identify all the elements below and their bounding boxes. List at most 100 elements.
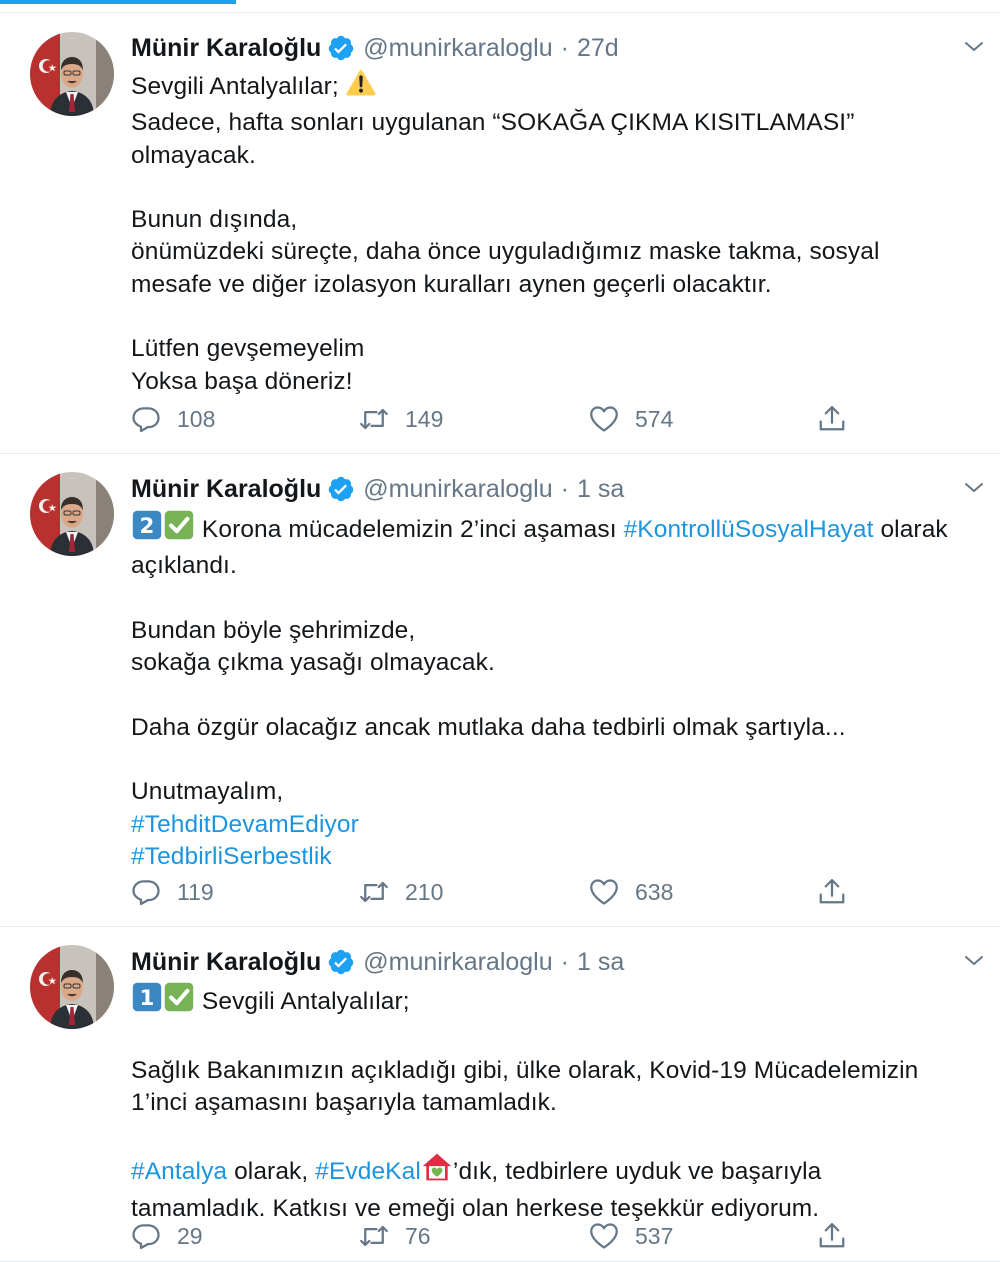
author-name[interactable]: Münir Karaloğlu xyxy=(131,475,321,504)
share-button[interactable] xyxy=(817,877,847,907)
text-segment: Sağlık Bakanımızın açıkladığı gibi, ülke… xyxy=(131,1056,919,1084)
text-line: 1’inci aşamasını başarıyla tamamladık. xyxy=(131,1087,986,1119)
text-line: olmayacak. xyxy=(131,140,986,172)
retweets-count: 210 xyxy=(405,878,444,905)
like-button[interactable]: 574 xyxy=(589,404,673,434)
text-segment: Sevgili Antalyalılar; xyxy=(131,73,346,100)
retweet-icon xyxy=(359,877,389,907)
warning-sign-icon xyxy=(346,68,376,107)
hashtag-link[interactable]: #EvdeKal xyxy=(315,1158,421,1185)
author-handle[interactable]: @munirkaraloglu xyxy=(363,34,552,63)
text-line: Sağlık Bakanımızın açıkladığı gibi, ülke… xyxy=(131,1055,986,1087)
share-icon xyxy=(817,404,847,434)
tweet[interactable]: Münir Karaloğlu @munirkaraloglu · 1 sa 1 Sev… xyxy=(0,928,1000,1262)
reply-button[interactable]: 108 xyxy=(131,404,215,434)
text-segment: Unutmayalım, xyxy=(131,778,284,806)
retweet-button[interactable]: 149 xyxy=(359,404,443,434)
text-line: #Antalya olarak, #EvdeKal ’dık, tedbirler… xyxy=(131,1151,986,1192)
hashtag-link[interactable]: #TedbirliSerbestlik xyxy=(131,843,332,870)
author-name[interactable]: Münir Karaloğlu xyxy=(131,948,321,977)
text-segment: 1’inci aşamasını başarıyla tamamladık. xyxy=(131,1088,557,1116)
tweet-actions: 29 76 537 xyxy=(131,1221,871,1255)
text-segment: ’dık, tedbirlere uyduk ve başarıyla xyxy=(452,1158,822,1186)
text-line: Sevgili Antalyalılar; xyxy=(131,68,986,107)
author-handle[interactable]: @munirkaraloglu xyxy=(363,948,552,977)
reply-icon xyxy=(131,1221,161,1251)
hashtag-link[interactable]: #KontrollüSosyalHayat xyxy=(624,516,874,543)
replies-count: 108 xyxy=(177,405,216,432)
hashtag-link[interactable]: #Antalya xyxy=(131,1158,227,1185)
reply-icon xyxy=(131,404,161,434)
avatar[interactable] xyxy=(30,32,114,116)
separator-dot: · xyxy=(560,947,569,976)
timestamp[interactable]: 1 sa xyxy=(577,948,624,977)
tweet-header: Münir Karaloğlu @munirkaraloglu · 1 sa xyxy=(131,945,1000,979)
chevron-down-icon[interactable] xyxy=(962,949,986,973)
tweet[interactable]: Münir Karaloğlu @munirkaraloglu · 1 sa 2 Kor… xyxy=(0,455,1000,927)
svg-text:1: 1 xyxy=(140,986,155,1011)
tweet-text: 2 Korona mücadelemizin 2’inci aşaması #K… xyxy=(131,509,986,873)
chevron-down-icon[interactable] xyxy=(962,476,986,500)
keycap-2-icon: 2 xyxy=(131,509,163,550)
retweets-count: 76 xyxy=(405,1222,431,1249)
replies-count: 119 xyxy=(177,878,214,905)
text-line xyxy=(131,744,986,776)
text-line xyxy=(131,679,986,711)
retweet-button[interactable]: 76 xyxy=(359,1221,431,1251)
avatar[interactable] xyxy=(30,945,114,1029)
text-segment: Bundan böyle şehrimizde, xyxy=(131,616,416,644)
verified-badge-icon xyxy=(327,475,355,503)
text-segment: önümüzdeki süreçte, daha önce uyguladığı… xyxy=(131,238,880,266)
text-line: sokağa çıkma yasağı olmayacak. xyxy=(131,647,986,679)
check-mark-icon xyxy=(163,981,195,1022)
text-segment: olarak xyxy=(873,516,948,543)
text-line: Sadece, hafta sonları uygulanan “SOKAĞA … xyxy=(131,107,986,139)
text-line: Daha özgür olacağız ancak mutlaka daha t… xyxy=(131,712,986,744)
author-name[interactable]: Münir Karaloğlu xyxy=(131,34,321,63)
text-line: Yoksa başa döneriz! xyxy=(131,366,986,398)
text-segment: olarak, xyxy=(227,1158,316,1186)
hashtag-link[interactable]: #TehditDevamEdiyor xyxy=(131,811,359,838)
replies-count: 29 xyxy=(177,1222,203,1249)
house-with-heart-icon xyxy=(421,1151,453,1192)
text-segment: Sadece, hafta sonları uygulanan “SOKAĞA … xyxy=(131,109,855,137)
text-line: #TehditDevamEdiyor xyxy=(131,809,986,841)
like-icon xyxy=(589,877,619,907)
timestamp[interactable]: 27d xyxy=(577,34,619,63)
share-icon xyxy=(817,1221,847,1251)
reply-button[interactable]: 29 xyxy=(131,1221,203,1251)
retweets-count: 149 xyxy=(405,405,444,432)
check-mark-icon xyxy=(163,509,195,550)
avatar[interactable] xyxy=(30,472,114,556)
tweet[interactable]: Münir Karaloğlu @munirkaraloglu · 27d Sevgil… xyxy=(0,14,1000,454)
likes-count: 638 xyxy=(635,878,674,905)
text-segment: Yoksa başa döneriz! xyxy=(131,367,353,395)
tweet-text: 1 Sevgili Antalyalılar; Sağlık Bakanımızı… xyxy=(131,981,986,1225)
text-segment: açıklandı. xyxy=(131,552,237,580)
text-segment: Korona mücadelemizin 2’inci aşaması xyxy=(195,516,624,543)
chevron-down-icon[interactable] xyxy=(962,35,986,59)
timestamp[interactable]: 1 sa xyxy=(577,475,624,504)
like-icon xyxy=(589,404,619,434)
author-handle[interactable]: @munirkaraloglu xyxy=(363,475,552,504)
tweet-actions: 108 149 574 xyxy=(131,404,871,438)
reply-icon xyxy=(131,877,161,907)
separator-dot: · xyxy=(560,474,569,503)
text-line: önümüzdeki süreçte, daha önce uyguladığı… xyxy=(131,236,986,268)
like-button[interactable]: 638 xyxy=(589,877,673,907)
text-segment: sokağa çıkma yasağı olmayacak. xyxy=(131,649,495,677)
tweet-header: Münir Karaloğlu @munirkaraloglu · 27d xyxy=(131,31,1000,65)
likes-count: 537 xyxy=(635,1222,674,1249)
reply-button[interactable]: 119 xyxy=(131,877,214,907)
text-segment: Lütfen gevşemeyelim xyxy=(131,335,365,363)
keycap-1-icon: 1 xyxy=(131,981,163,1022)
share-button[interactable] xyxy=(817,1221,847,1251)
verified-badge-icon xyxy=(327,948,355,976)
text-line: mesafe ve diğer izolasyon kuralları ayne… xyxy=(131,269,986,301)
text-line: 2 Korona mücadelemizin 2’inci aşaması #K… xyxy=(131,509,986,550)
retweet-button[interactable]: 210 xyxy=(359,877,443,907)
text-line xyxy=(131,172,986,204)
likes-count: 574 xyxy=(635,405,674,432)
share-button[interactable] xyxy=(817,404,847,434)
like-button[interactable]: 537 xyxy=(589,1221,673,1251)
